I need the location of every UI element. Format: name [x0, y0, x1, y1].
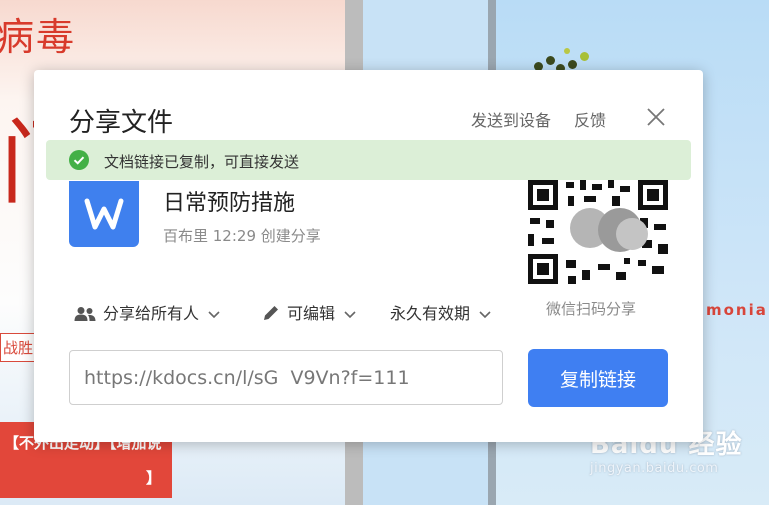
check-circle-icon	[69, 150, 89, 170]
wps-writer-icon	[69, 181, 139, 247]
qr-code-icon	[528, 180, 668, 284]
qr-label: 微信扫码分享	[546, 300, 637, 318]
pencil-icon	[262, 304, 280, 326]
validity-label: 永久有效期	[390, 304, 471, 323]
chevron-down-icon	[343, 306, 357, 325]
close-icon[interactable]	[644, 105, 668, 129]
users-icon	[74, 306, 96, 326]
copied-toast: 文档链接已复制，可直接发送	[46, 140, 691, 180]
bg-virus-text: 病毒	[0, 15, 77, 59]
share-scope-label: 分享给所有人	[103, 304, 200, 323]
copy-link-button[interactable]: 复制链接	[528, 349, 668, 407]
send-to-device-link[interactable]: 发送到设备	[471, 107, 551, 131]
bg-red-banner-line2: 】	[146, 469, 162, 487]
file-meta: 百布里 12:29 创建分享	[163, 227, 321, 245]
chevron-down-icon	[207, 306, 221, 325]
edit-permission-label: 可编辑	[287, 304, 336, 323]
file-name: 日常预防措施	[163, 191, 296, 216]
watermark-url: jingyan.baidu.com	[590, 461, 719, 476]
share-link-input[interactable]	[69, 350, 503, 405]
share-scope-dropdown[interactable]: 分享给所有人	[74, 300, 221, 326]
toast-message: 文档链接已复制，可直接发送	[104, 153, 300, 171]
chevron-down-icon	[478, 306, 492, 325]
bg-right-text: monia	[706, 301, 768, 319]
edit-permission-dropdown[interactable]: 可编辑	[262, 300, 357, 326]
validity-dropdown[interactable]: 永久有效期	[390, 300, 492, 325]
feedback-link[interactable]: 反馈	[574, 107, 606, 131]
share-dialog: 分享文件 发送到设备 反馈 文档链接已复制，可直接发送 日常预防措施 百布里 1…	[34, 70, 703, 442]
dialog-title: 分享文件	[69, 108, 174, 138]
